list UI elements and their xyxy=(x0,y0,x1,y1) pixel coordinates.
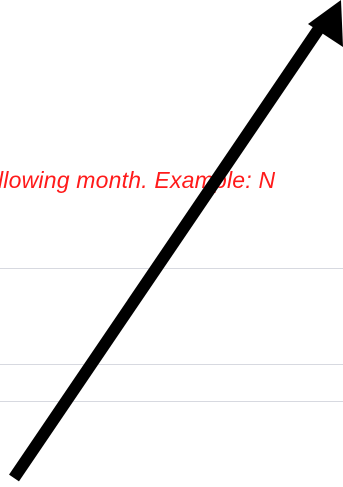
divider-middle xyxy=(0,364,343,365)
instruction-note: llowing month. Example: N xyxy=(0,167,276,193)
divider-top xyxy=(0,268,343,269)
page: llowing month. Example: N xyxy=(0,0,343,487)
divider-bottom xyxy=(0,401,343,402)
arrow-icon xyxy=(9,0,343,482)
